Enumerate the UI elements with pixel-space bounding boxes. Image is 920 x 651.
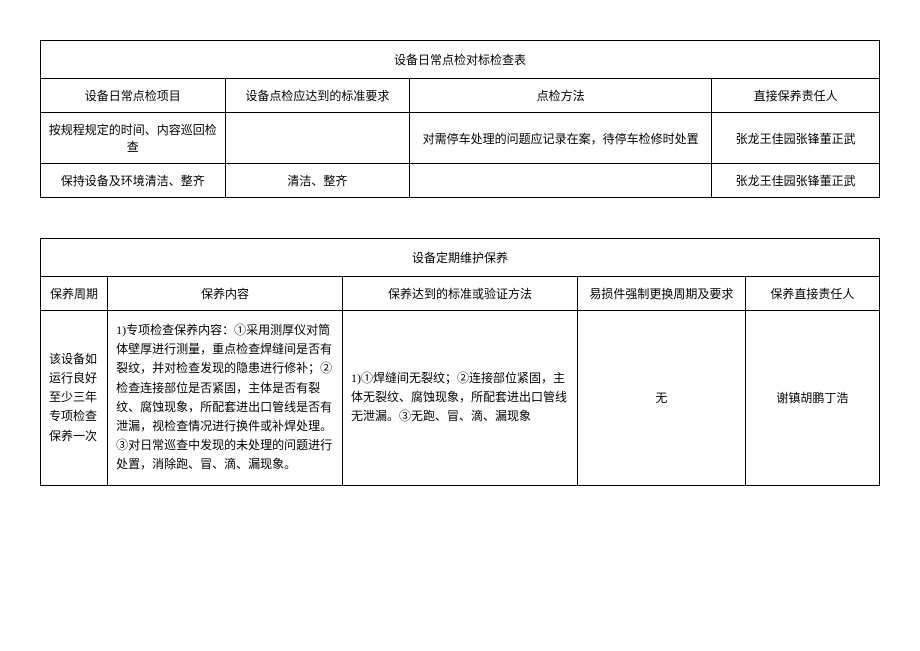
table2-r0-c0: 该设备如运行良好至少三年专项检查保养一次	[41, 311, 108, 486]
table-daily-inspection: 设备日常点检对标检查表 设备日常点检项目 设备点检应达到的标准要求 点检方法 直…	[40, 40, 880, 198]
table-row: 保持设备及环境清洁、整齐 清洁、整齐 张龙王佳园张锋董正武	[41, 164, 880, 198]
table-row: 按规程规定的时间、内容巡回检查 对需停车处理的问题应记录在案，待停车检修时处置 …	[41, 113, 880, 164]
table1-r0-c0: 按规程规定的时间、内容巡回检查	[41, 113, 226, 164]
table2-r0-c2: 1)①焊缝间无裂纹；②连接部位紧固，主体无裂纹、腐蚀现象，所配套进出口管线无泄漏…	[343, 311, 578, 486]
table1-r1-c3: 张龙王佳园张锋董正武	[712, 164, 880, 198]
table2-header-4: 保养直接责任人	[745, 277, 879, 311]
table1-r0-c2: 对需停车处理的问题应记录在案，待停车检修时处置	[410, 113, 712, 164]
table1-r1-c2	[410, 164, 712, 198]
table2-header-3: 易损件强制更换周期及要求	[577, 277, 745, 311]
table2-r0-c1: 1)专项检查保养内容：①采用测厚仪对筒体壁厚进行测量，重点检查焊缝间是否有裂纹，…	[108, 311, 343, 486]
table2-r0-c4: 谢镇胡鹏丁浩	[745, 311, 879, 486]
table2-header-1: 保养内容	[108, 277, 343, 311]
table1-r1-c0: 保持设备及环境清洁、整齐	[41, 164, 226, 198]
table-row: 该设备如运行良好至少三年专项检查保养一次 1)专项检查保养内容：①采用测厚仪对筒…	[41, 311, 880, 486]
table1-header-3: 直接保养责任人	[712, 79, 880, 113]
table1-header-2: 点检方法	[410, 79, 712, 113]
table1-header-row: 设备日常点检项目 设备点检应达到的标准要求 点检方法 直接保养责任人	[41, 79, 880, 113]
table2-header-0: 保养周期	[41, 277, 108, 311]
table1-r1-c1: 清洁、整齐	[225, 164, 410, 198]
table1-title: 设备日常点检对标检查表	[41, 41, 880, 79]
table2-header-row: 保养周期 保养内容 保养达到的标准或验证方法 易损件强制更换周期及要求 保养直接…	[41, 277, 880, 311]
table1-r0-c1	[225, 113, 410, 164]
table2-header-2: 保养达到的标准或验证方法	[343, 277, 578, 311]
table-periodic-maintenance: 设备定期维护保养 保养周期 保养内容 保养达到的标准或验证方法 易损件强制更换周…	[40, 238, 880, 486]
table1-r0-c3: 张龙王佳园张锋董正武	[712, 113, 880, 164]
table2-r0-c3: 无	[577, 311, 745, 486]
table1-header-0: 设备日常点检项目	[41, 79, 226, 113]
table1-header-1: 设备点检应达到的标准要求	[225, 79, 410, 113]
table2-title: 设备定期维护保养	[41, 239, 880, 277]
